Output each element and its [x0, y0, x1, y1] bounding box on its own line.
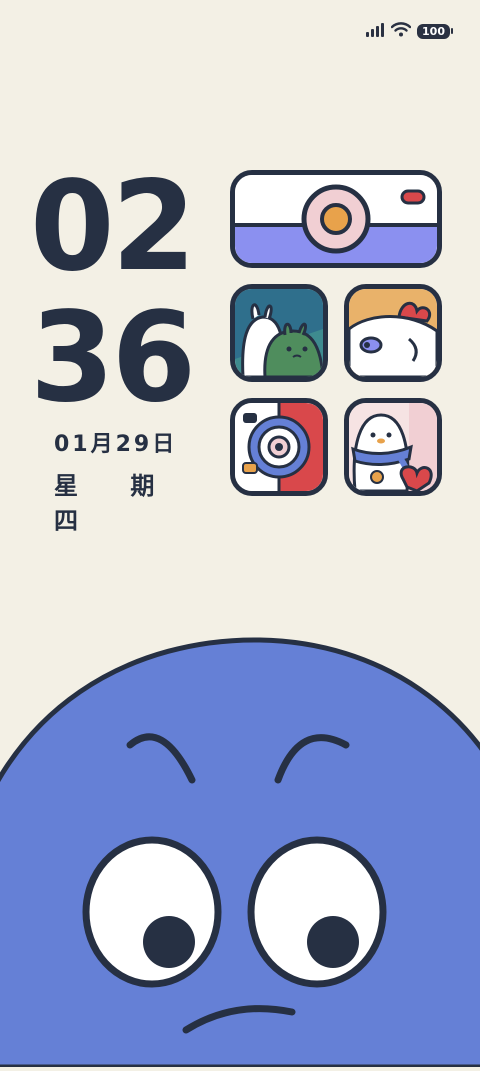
wifi-icon — [390, 22, 412, 41]
camera-app-icon[interactable] — [230, 398, 328, 496]
penguin-app-icon[interactable] — [344, 398, 442, 496]
clock-weekday: 星 期 四 — [54, 472, 177, 535]
clock-minutes: 36 — [30, 286, 196, 430]
battery-icon: 100 — [417, 24, 453, 39]
bunny-app-icon[interactable] — [230, 284, 328, 382]
signal-icon — [365, 22, 385, 41]
clock-widget[interactable]: 02 36 01月29日 星 期 四 — [30, 162, 210, 536]
clock-hours: 02 — [30, 155, 196, 299]
clock-date: 01月29日 — [54, 432, 178, 457]
chicken-app-icon[interactable] — [344, 284, 442, 382]
camera-widget-icon[interactable] — [230, 170, 442, 268]
status-bar: 100 — [365, 22, 453, 41]
mascot-face-wallpaper — [0, 620, 480, 1070]
